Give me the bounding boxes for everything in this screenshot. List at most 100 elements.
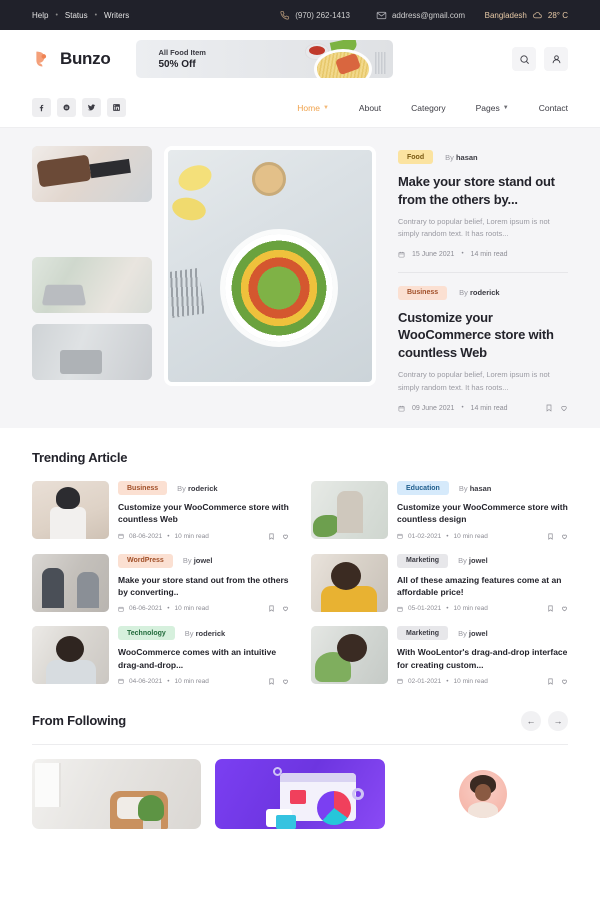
heart-icon[interactable] [561,605,568,612]
heart-icon[interactable] [282,605,289,612]
topbar-link-writers[interactable]: Writers [104,11,129,20]
post-read-time: 10 min read [453,532,488,540]
following-card-author[interactable] [398,758,568,829]
post-read-time: 14 min read [470,250,508,258]
post-meta: Education By hasan [397,481,568,495]
post-title[interactable]: Customize your WooCommerce store with co… [397,501,568,526]
category-badge[interactable]: Marketing [397,626,449,641]
promo-food-image [268,40,393,78]
post-author: By jowel [458,628,488,638]
hero-thumb-woman-desk[interactable] [32,324,152,380]
post-read-time: 14 min read [470,404,508,412]
account-button[interactable] [544,47,568,71]
topbar-phone[interactable]: (970) 262-1413 [279,10,350,21]
hero-post-2[interactable]: Business By roderick Customize your WooC… [398,285,568,412]
trending-card[interactable]: Business By roderick Customize your WooC… [32,481,289,540]
trending-grid: Business By roderick Customize your WooC… [32,481,568,685]
trending-card[interactable]: WordPress By jowel Make your store stand… [32,553,289,613]
nav-item-contact[interactable]: Contact [539,103,568,113]
topbar-contact-group: (970) 262-1413 address@gmail.com [279,10,465,21]
bookmark-icon[interactable] [547,678,554,685]
bookmark-icon[interactable] [547,605,554,613]
trending-card[interactable]: Marketing By jowel All of these amazing … [311,553,568,613]
topbar-link-help[interactable]: Help [32,11,48,20]
following-card-illustration[interactable] [215,758,385,829]
following-section: From Following ← → [0,685,600,731]
post-actions [547,605,568,613]
category-badge[interactable]: Food [398,150,434,164]
topbar-separator: • [55,11,58,19]
nav-item-about[interactable]: About [359,103,381,113]
trending-card[interactable]: Marketing By jowel With WooLentor's drag… [311,626,568,685]
trending-thumbnail[interactable] [32,626,109,685]
post-title[interactable]: Make your store stand out from the other… [118,574,289,599]
calendar-icon [397,606,403,612]
site-logo[interactable]: Bunzo [32,49,111,70]
behance-link[interactable] [57,98,76,117]
post-title[interactable]: All of these amazing features come at an… [397,574,568,599]
post-title[interactable]: Make your store stand out from the other… [398,173,568,208]
nav-item-label: About [358,102,382,113]
facebook-icon [37,103,46,112]
heart-icon[interactable] [561,678,568,685]
following-title: From Following [32,713,126,729]
trending-header: Trending Article [32,450,568,465]
trending-thumbnail[interactable] [32,481,109,539]
nav-item-pages[interactable]: Pages ▼ [476,103,509,113]
linkedin-link[interactable] [107,98,126,117]
heart-icon[interactable] [282,678,289,685]
twitter-link[interactable] [82,98,101,117]
post-date: 05-01-2021 [408,605,442,613]
post-title[interactable]: WooCommerce comes with an intuitive drag… [118,646,289,671]
trending-thumbnail[interactable] [311,626,388,685]
topbar-email[interactable]: address@gmail.com [376,10,465,21]
post-title[interactable]: Customize your WooCommerce store with co… [398,309,568,362]
nav-item-home[interactable]: Home ▼ [297,103,329,113]
heart-icon[interactable] [561,533,568,540]
category-badge[interactable]: WordPress [118,553,173,568]
post-actions [547,533,568,540]
category-badge[interactable]: Business [398,285,448,300]
trending-card[interactable]: Education By hasan Customize your WooCom… [311,481,568,540]
bookmark-icon[interactable] [547,533,554,540]
bookmark-icon[interactable] [268,533,275,540]
following-nav-arrows: ← → [521,710,568,731]
bookmark-icon[interactable] [268,605,275,613]
hero-post-1[interactable]: Food By hasan Make your store stand out … [398,150,568,258]
hero-main-image[interactable] [164,146,376,386]
trending-thumbnail[interactable] [311,481,388,539]
hero-thumb-man-laptop[interactable] [32,257,152,313]
bookmark-icon[interactable] [545,404,553,412]
cloud-icon [532,10,543,21]
carousel-next-button[interactable]: → [548,710,568,731]
trending-card[interactable]: Technology By roderick WooCommerce comes… [32,626,289,685]
topbar-link-status[interactable]: Status [65,11,88,20]
post-title[interactable]: Customize your WooCommerce store with co… [118,501,289,526]
nav-item-category[interactable]: Category [411,103,446,113]
search-button[interactable] [512,47,536,71]
trending-thumbnail[interactable] [311,553,388,612]
arrow-left-icon: ← [526,715,536,726]
post-title[interactable]: With WooLentor's drag-and-drop interface… [397,646,568,671]
promo-banner[interactable]: All Food Item 50% Off [136,40,394,78]
category-badge[interactable]: Technology [118,626,175,641]
hero-thumb-smartwatch[interactable] [32,146,152,202]
heart-icon[interactable] [560,404,568,412]
category-badge[interactable]: Marketing [397,553,449,568]
carousel-prev-button[interactable]: ← [521,710,541,731]
heart-icon[interactable] [282,533,289,540]
separator-dot: • [461,251,464,258]
post-author: By hasan [458,483,492,493]
post-read-time: 10 min read [453,677,488,685]
trending-thumbnail[interactable] [32,553,109,612]
following-card-room[interactable] [32,758,202,829]
category-badge[interactable]: Education [397,481,449,495]
following-grid [0,745,600,829]
hero-thumbnail-list [32,146,152,398]
topbar-links: Help • Status • Writers [32,11,129,20]
post-divider [398,271,568,273]
post-meta: Marketing By jowel [397,553,568,568]
facebook-link[interactable] [32,98,51,117]
category-badge[interactable]: Business [118,481,168,495]
bookmark-icon[interactable] [268,678,275,685]
